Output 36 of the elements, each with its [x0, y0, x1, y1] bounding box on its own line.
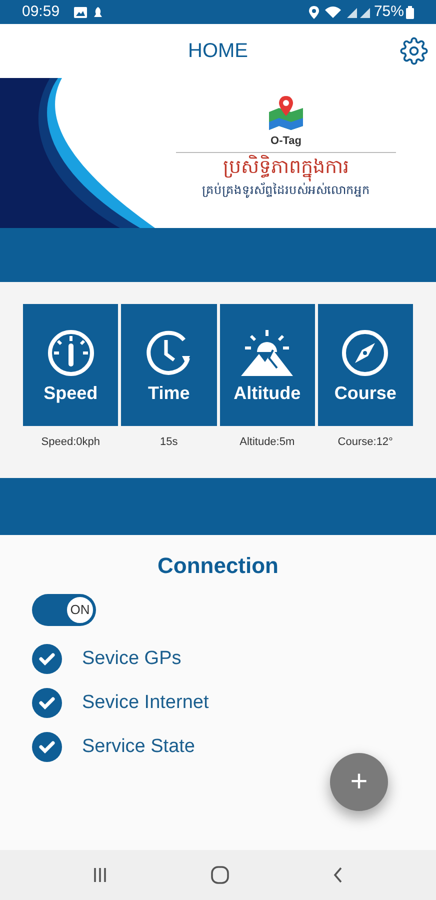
- map-pin-icon: [267, 96, 305, 130]
- back-icon[interactable]: [332, 867, 344, 883]
- section-title: Connection: [156, 552, 280, 580]
- wifi-icon: [324, 6, 341, 18]
- service-label: Service State: [82, 734, 195, 759]
- signal-icon: [346, 6, 371, 18]
- metric-tile[interactable]: Course: [318, 304, 413, 426]
- metric-tile[interactable]: Speed: [23, 304, 118, 426]
- banner-headline: ប្រសិទ្ធិភាពក្នុងការ: [223, 154, 349, 180]
- checkbox[interactable]: [32, 644, 62, 674]
- banner-tagline: គ្រប់គ្រងទូរស័ព្ទដៃរបស់អស់លោកអ្នក: [202, 182, 370, 198]
- image-icon: [74, 6, 87, 18]
- page-title: HOME: [188, 39, 248, 64]
- recent-apps-icon[interactable]: [92, 867, 108, 883]
- toggle-switch[interactable]: ON: [32, 594, 96, 626]
- brand-name: O-Tag: [270, 134, 302, 149]
- service-label: Sevice GPs: [82, 646, 182, 671]
- metric-reading: Altitude:5m: [240, 435, 295, 450]
- speedometer-icon: [46, 328, 96, 378]
- location-icon: [308, 6, 319, 18]
- checkbox[interactable]: [32, 688, 62, 718]
- metric-reading: Speed:0kph: [41, 435, 100, 450]
- metric-reading: Course:12°: [338, 435, 393, 450]
- metric-reading: 15s: [160, 435, 178, 450]
- compass-icon: [340, 328, 390, 378]
- battery-icon: [406, 6, 414, 18]
- home-icon[interactable]: [210, 866, 229, 884]
- checkbox[interactable]: [32, 732, 62, 762]
- settings-icon[interactable]: [398, 35, 430, 67]
- metric-tile[interactable]: Altitude: [220, 304, 315, 426]
- metric-tile[interactable]: Time: [121, 304, 216, 426]
- notification-icon: [92, 6, 103, 18]
- battery-percentage: 75%: [374, 2, 404, 22]
- mountain-sun-icon: [239, 328, 296, 378]
- service-label: Sevice Internet: [82, 690, 209, 715]
- status-time: 09:59: [22, 2, 60, 22]
